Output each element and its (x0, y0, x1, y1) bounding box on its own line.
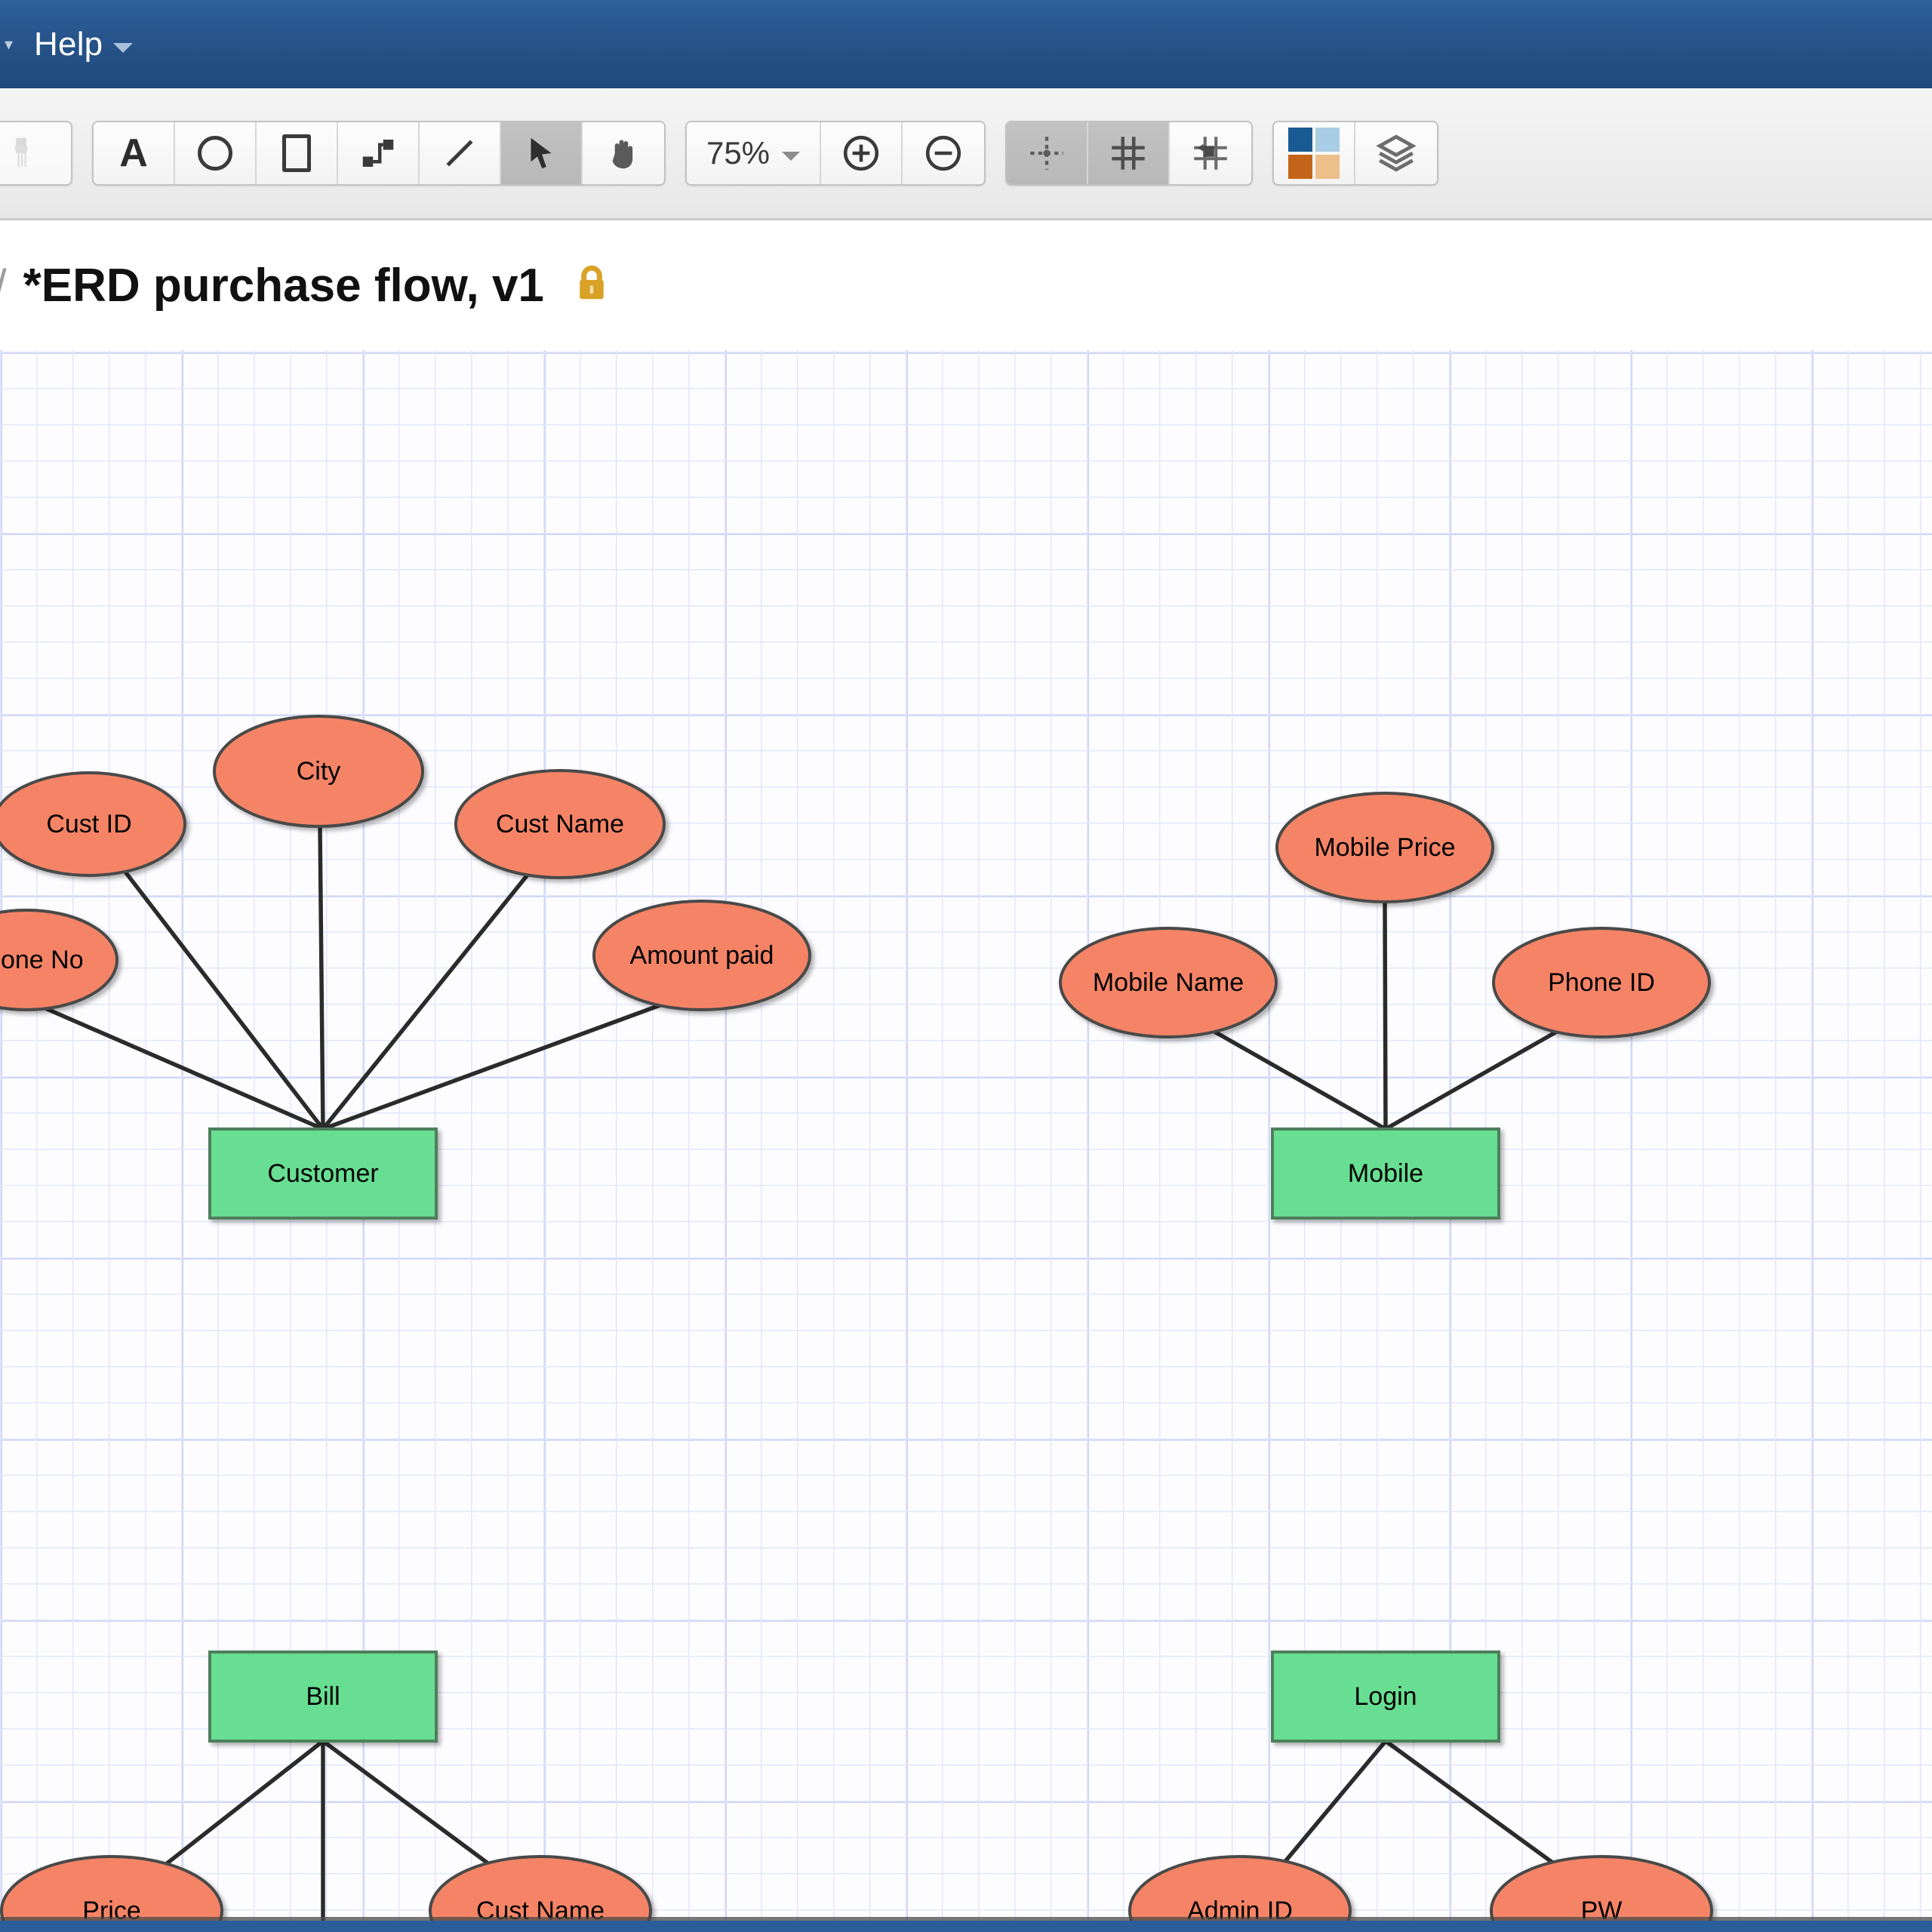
attribute-admin-id[interactable]: Admin ID (1128, 1855, 1352, 1921)
rectangle-icon (282, 134, 311, 172)
color-swatches-icon (1288, 128, 1340, 179)
attribute-phone-id[interactable]: Phone ID (1492, 927, 1711, 1038)
tool-pan-button[interactable] (583, 122, 664, 184)
menu-overflow-caret-icon[interactable]: ▾ (5, 35, 13, 53)
tool-text-button[interactable]: A (94, 122, 175, 184)
attribute-cust-id[interactable]: Cust ID (0, 771, 186, 877)
color-theme-button[interactable] (1274, 122, 1355, 184)
attribute-mobile-name[interactable]: Mobile Name (1059, 927, 1278, 1038)
chevron-down-icon (113, 43, 134, 53)
cluster-bill: Bill Price Bid Cust Name (0, 1651, 652, 1921)
edge-login-adminid[interactable] (1281, 1740, 1388, 1866)
page-title[interactable]: *ERD purchase flow, v1 (23, 259, 544, 312)
zoom-in-button[interactable] (821, 122, 903, 184)
breadcrumb-separator: / (0, 260, 7, 312)
document-title-bar: / *ERD purchase flow, v1 (0, 220, 1932, 350)
toolbar-group-appearance (1272, 121, 1438, 186)
edge-mobileprice-mobile[interactable] (1383, 901, 1388, 1130)
attribute-amount-paid[interactable]: Amount paid (592, 900, 811, 1011)
cluster-customer: Phone No Cust ID City Cust Name Amount p… (0, 715, 811, 1220)
edge-bill-price[interactable] (165, 1739, 325, 1866)
entity-customer[interactable]: Customer (208, 1128, 438, 1220)
edges-login (1281, 1739, 1556, 1866)
erd-svg: Phone No Cust ID City Cust Name Amount p… (0, 715, 1713, 1921)
tool-ellipse-button[interactable] (175, 122, 257, 184)
cluster-mobile: Mobile Name Mobile Price Phone ID Mobile (1059, 792, 1711, 1220)
edge-bill-custname[interactable] (321, 1739, 491, 1866)
toolbar-group-tools: A (92, 121, 666, 186)
menu-item-help-label: Help (34, 25, 103, 63)
chevron-down-icon (782, 151, 801, 161)
edge-phoneno-customer[interactable] (44, 1006, 325, 1131)
cluster-login: Login Admin ID PW (1128, 1651, 1713, 1921)
grid-icon (1112, 137, 1145, 170)
attribute-bill-cust-name[interactable]: Cust Name (429, 1855, 652, 1921)
toolbar-group-zoom: 75% (685, 121, 986, 186)
toggle-snap-to-point-button[interactable] (1007, 122, 1088, 184)
entity-mobile[interactable]: Mobile (1271, 1128, 1500, 1220)
format-brush-button[interactable] (0, 122, 71, 184)
entity-bill[interactable]: Bill (208, 1651, 438, 1743)
hand-icon (612, 140, 633, 169)
diagram-canvas[interactable]: Phone No Cust ID City Cust Name Amount p… (0, 350, 1932, 1921)
layers-icon (1376, 134, 1417, 172)
cursor-arrow-icon (531, 137, 552, 169)
attribute-city[interactable]: City (213, 715, 424, 828)
toolbar-group-view (1005, 121, 1253, 186)
attribute-pw[interactable]: PW (1490, 1855, 1713, 1921)
application-window: ▾ Help A 75% *ERD purchase flow, v1 one … (0, 0, 1932, 1932)
crosshair-dotted-icon (1030, 137, 1063, 170)
toolbar-group-format (0, 121, 72, 186)
zoom-in-icon (843, 135, 879, 171)
ellipse-icon (198, 136, 232, 171)
paintbrush-icon (14, 137, 28, 167)
zoom-level-value: 75% (706, 135, 771, 171)
attribute-price[interactable]: Price (0, 1855, 223, 1921)
layers-button[interactable] (1355, 122, 1437, 184)
line-icon (446, 140, 473, 167)
edges-mobile (1209, 901, 1562, 1131)
toggle-show-grid-button[interactable] (1088, 122, 1170, 184)
entity-login[interactable]: Login (1271, 1651, 1500, 1743)
edge-custid-customer[interactable] (122, 869, 325, 1131)
edge-phoneid-mobile[interactable] (1384, 1027, 1562, 1131)
connector-icon (362, 140, 394, 167)
toolbar: A 75% (0, 88, 1932, 220)
edge-mobilename-mobile[interactable] (1209, 1027, 1387, 1131)
attribute-cust-name[interactable]: Cust Name (454, 769, 666, 879)
attribute-mobile-price[interactable]: Mobile Price (1275, 792, 1494, 903)
menu-bar: ▾ Help (0, 0, 1932, 88)
tool-select-button[interactable] (501, 122, 583, 184)
attribute-phone-no[interactable]: Phone No (0, 909, 118, 1011)
snap-to-grid-icon (1194, 137, 1227, 170)
status-bar (0, 1921, 1932, 1932)
zoom-level-dropdown[interactable]: 75% (687, 122, 821, 184)
edge-city-customer[interactable] (318, 825, 325, 1130)
tool-connector-button[interactable] (338, 122, 420, 184)
toggle-snap-to-grid-button[interactable] (1170, 122, 1251, 184)
tool-rectangle-button[interactable] (257, 122, 338, 184)
zoom-out-icon (925, 135, 961, 171)
tool-line-button[interactable] (420, 122, 501, 184)
padlock-icon[interactable] (571, 263, 612, 309)
edge-login-pw[interactable] (1384, 1739, 1556, 1866)
text-A-icon: A (119, 131, 148, 175)
menu-item-help[interactable]: Help (34, 25, 134, 63)
zoom-out-button[interactable] (903, 122, 984, 184)
